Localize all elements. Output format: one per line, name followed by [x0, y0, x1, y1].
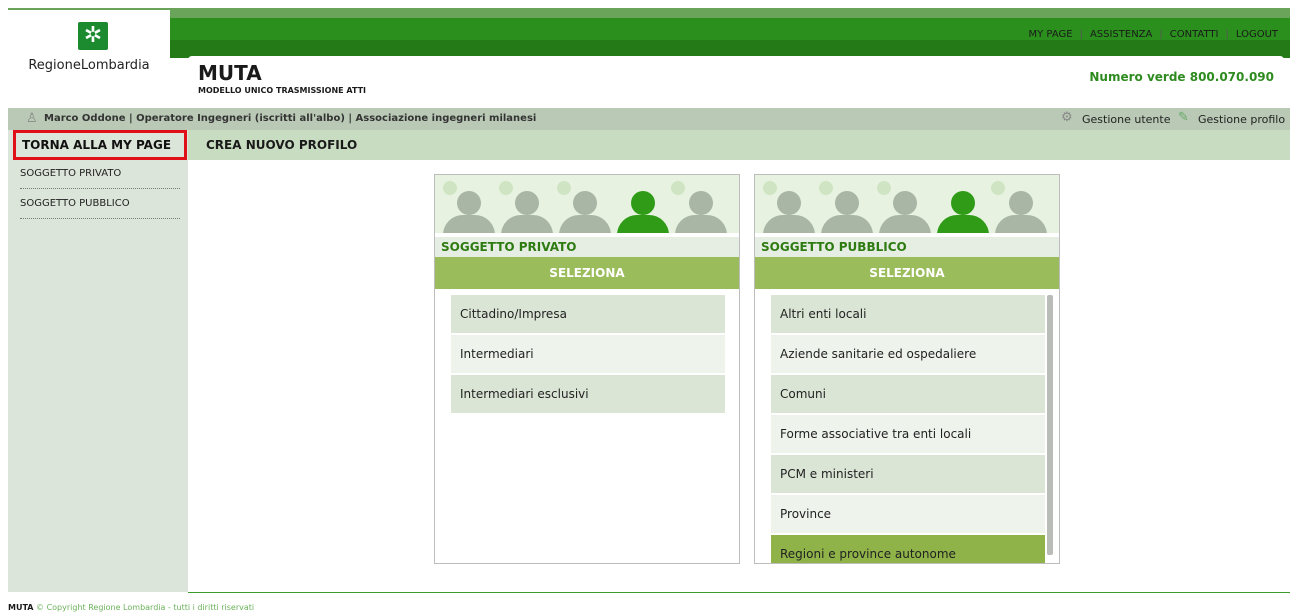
sidebar-item-soggetto-privato[interactable]: SOGGETTO PRIVATO [20, 164, 180, 189]
people-banner-image [755, 175, 1059, 233]
list-item[interactable]: Forme associative tra enti locali [771, 415, 1045, 453]
user-bar: ♙ Marco Oddone | Operatore Ingegneri (is… [8, 108, 1290, 130]
panel-title: SOGGETTO PUBBLICO [755, 237, 1059, 257]
app-subtitle: MODELLO UNICO TRASMISSIONE ATTI [198, 86, 367, 95]
my-page-link[interactable]: MY PAGE [1029, 29, 1073, 40]
sidebar: TORNA ALLA MY PAGE SOGGETTO PRIVATO SOGG… [8, 130, 188, 592]
logout-link[interactable]: LOGOUT [1236, 29, 1278, 40]
list-item[interactable]: Cittadino/Impresa [451, 295, 725, 333]
nav-separator: | [1159, 29, 1163, 40]
user-icon: ♙ [26, 111, 38, 126]
panel-soggetto-privato: SOGGETTO PRIVATO SELEZIONA Cittadino/Imp… [434, 174, 740, 564]
user-info: Marco Oddone | Operatore Ingegneri (iscr… [44, 113, 537, 124]
seleziona-button[interactable]: SELEZIONA [755, 257, 1059, 289]
list-item[interactable]: Regioni e province autonome [771, 535, 1045, 563]
top-navigation: MY PAGE | ASSISTENZA | CONTATTI | LOGOUT [1029, 29, 1278, 40]
list-scrollbar[interactable] [1047, 295, 1053, 555]
page-title-bar: CREA NUOVO PROFILO [188, 130, 1290, 160]
panel-title: SOGGETTO PRIVATO [435, 237, 739, 257]
numero-verde: Numero verde 800.070.090 [1089, 70, 1274, 84]
nav-separator: | [1079, 29, 1083, 40]
list-item[interactable]: PCM e ministeri [771, 455, 1045, 493]
footer-app: MUTA [8, 603, 34, 612]
regione-lombardia-logo[interactable]: ✲ RegioneLombardia [8, 10, 170, 92]
footer-divider [188, 592, 1290, 593]
list-item[interactable]: Altri enti locali [771, 295, 1045, 333]
nav-separator: | [1225, 29, 1229, 40]
logo-text: RegioneLombardia [28, 58, 150, 73]
app-title: MUTA [198, 61, 262, 85]
top-strip [8, 8, 1290, 18]
list-item[interactable]: Comuni [771, 375, 1045, 413]
contatti-link[interactable]: CONTATTI [1170, 29, 1219, 40]
page-title: CREA NUOVO PROFILO [206, 138, 358, 152]
footer-copyright: © Copyright Regione Lombardia - tutti i … [36, 603, 255, 612]
header-band: MY PAGE | ASSISTENZA | CONTATTI | LOGOUT [170, 18, 1290, 40]
user-settings-icon[interactable]: ⚙ [1061, 110, 1073, 125]
panel-soggetto-pubblico: SOGGETTO PUBBLICO SELEZIONA Altri enti l… [754, 174, 1060, 564]
list-item[interactable]: Intermediari esclusivi [451, 375, 725, 413]
people-banner-image [435, 175, 739, 233]
torna-my-page-button[interactable]: TORNA ALLA MY PAGE [13, 130, 187, 160]
gestione-profilo-link[interactable]: Gestione profilo [1198, 113, 1285, 126]
list-item[interactable]: Aziende sanitarie ed ospedaliere [771, 335, 1045, 373]
assistenza-link[interactable]: ASSISTENZA [1090, 29, 1152, 40]
profile-edit-icon[interactable]: ✎ [1178, 110, 1189, 125]
logo-mark-icon: ✲ [78, 22, 108, 50]
gestione-utente-link[interactable]: Gestione utente [1082, 113, 1170, 126]
list-item[interactable]: Province [771, 495, 1045, 533]
sidebar-item-soggetto-pubblico[interactable]: SOGGETTO PUBBLICO [20, 194, 180, 219]
seleziona-button[interactable]: SELEZIONA [435, 257, 739, 289]
list-item[interactable]: Intermediari [451, 335, 725, 373]
footer: MUTA © Copyright Regione Lombardia - tut… [8, 603, 254, 612]
